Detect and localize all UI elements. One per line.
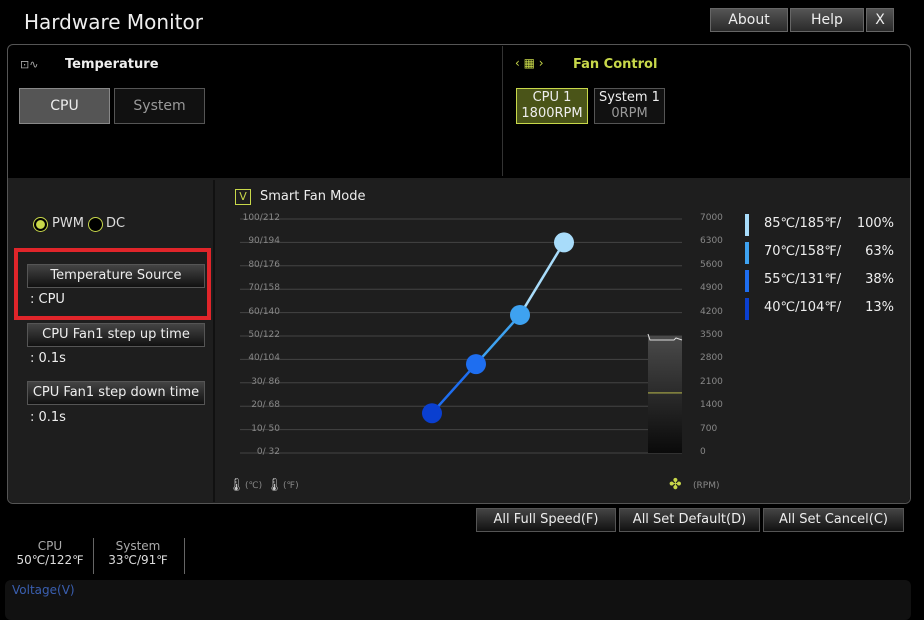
left-tick-label: 100/212 <box>242 213 280 223</box>
right-tick-label: 1400 <box>700 400 723 411</box>
right-tick-label: 4900 <box>700 283 723 294</box>
all-set-default-button[interactable]: All Set Default(D) <box>619 508 760 532</box>
curve-point[interactable] <box>466 354 486 375</box>
fahrenheit-unit: (℉) <box>283 481 299 491</box>
all-full-speed-button[interactable]: All Full Speed(F) <box>476 508 616 532</box>
left-tick-label: 40/104 <box>248 353 280 364</box>
left-tick-label: 30/ 86 <box>251 376 280 387</box>
status-name: CPU <box>37 539 63 553</box>
right-tick-label: 2800 <box>700 353 723 364</box>
legend-temperature: 55℃/131℉/ <box>764 272 842 287</box>
legend-temperature: 70℃/158℉/ <box>764 244 842 259</box>
divider <box>93 538 94 574</box>
right-tick-label: 7000 <box>700 213 723 223</box>
status-cpu: CPU 50℃/122℉ <box>8 539 92 567</box>
curve-point[interactable] <box>422 403 442 424</box>
thermometer-c-icon: 🌡︎ <box>228 478 245 493</box>
rpm-unit: (RPM) <box>693 481 720 491</box>
status-name: System <box>115 539 161 553</box>
voltage-label: Voltage(V) <box>12 583 75 597</box>
left-tick-label: 70/158 <box>248 283 280 294</box>
right-tick-label: 2100 <box>700 376 723 387</box>
left-tick-label: 90/194 <box>248 236 280 247</box>
right-tick-label: 3500 <box>700 330 723 340</box>
curve-segment <box>518 241 566 316</box>
legend-color-swatch <box>745 214 749 236</box>
legend-color-swatch <box>745 298 749 320</box>
left-tick-label: 50/122 <box>248 330 280 340</box>
voltage-panel <box>5 580 911 620</box>
right-tick-label: 4200 <box>700 306 723 317</box>
all-set-cancel-button[interactable]: All Set Cancel(C) <box>763 508 904 532</box>
legend-color-swatch <box>745 270 749 292</box>
left-tick-label: 0/ 32 <box>256 447 280 457</box>
legend-percent: 38% <box>865 272 894 287</box>
legend-percent: 100% <box>856 216 894 231</box>
right-tick-label: 0 <box>700 447 706 457</box>
celsius-unit: (℃) <box>245 481 263 491</box>
legend-percent: 63% <box>865 244 894 259</box>
status-system: System 33℃/91℉ <box>96 539 180 567</box>
curve-point[interactable] <box>554 232 574 253</box>
legend-percent: 13% <box>865 300 894 315</box>
legend-temperature: 40℃/104℉/ <box>764 300 842 315</box>
legend-color-swatch <box>745 242 749 264</box>
left-tick-label: 10/ 50 <box>251 423 280 434</box>
right-tick-label: 5600 <box>700 259 723 270</box>
right-tick-label: 700 <box>700 423 718 434</box>
left-tick-label: 80/176 <box>248 259 280 270</box>
rpm-history-bar <box>648 336 682 453</box>
right-tick-label: 6300 <box>700 236 723 247</box>
fan-icon: ✤ <box>669 475 682 493</box>
status-value: 50℃/122℉ <box>16 553 84 567</box>
legend-temperature: 85℃/185℉/ <box>764 216 842 231</box>
divider <box>184 538 185 574</box>
curve-point[interactable] <box>510 304 530 325</box>
status-value: 33℃/91℉ <box>108 553 168 567</box>
left-tick-label: 20/ 68 <box>251 400 280 411</box>
thermometer-f-icon: 🌡︎ <box>266 478 283 493</box>
left-tick-label: 60/140 <box>248 306 280 317</box>
